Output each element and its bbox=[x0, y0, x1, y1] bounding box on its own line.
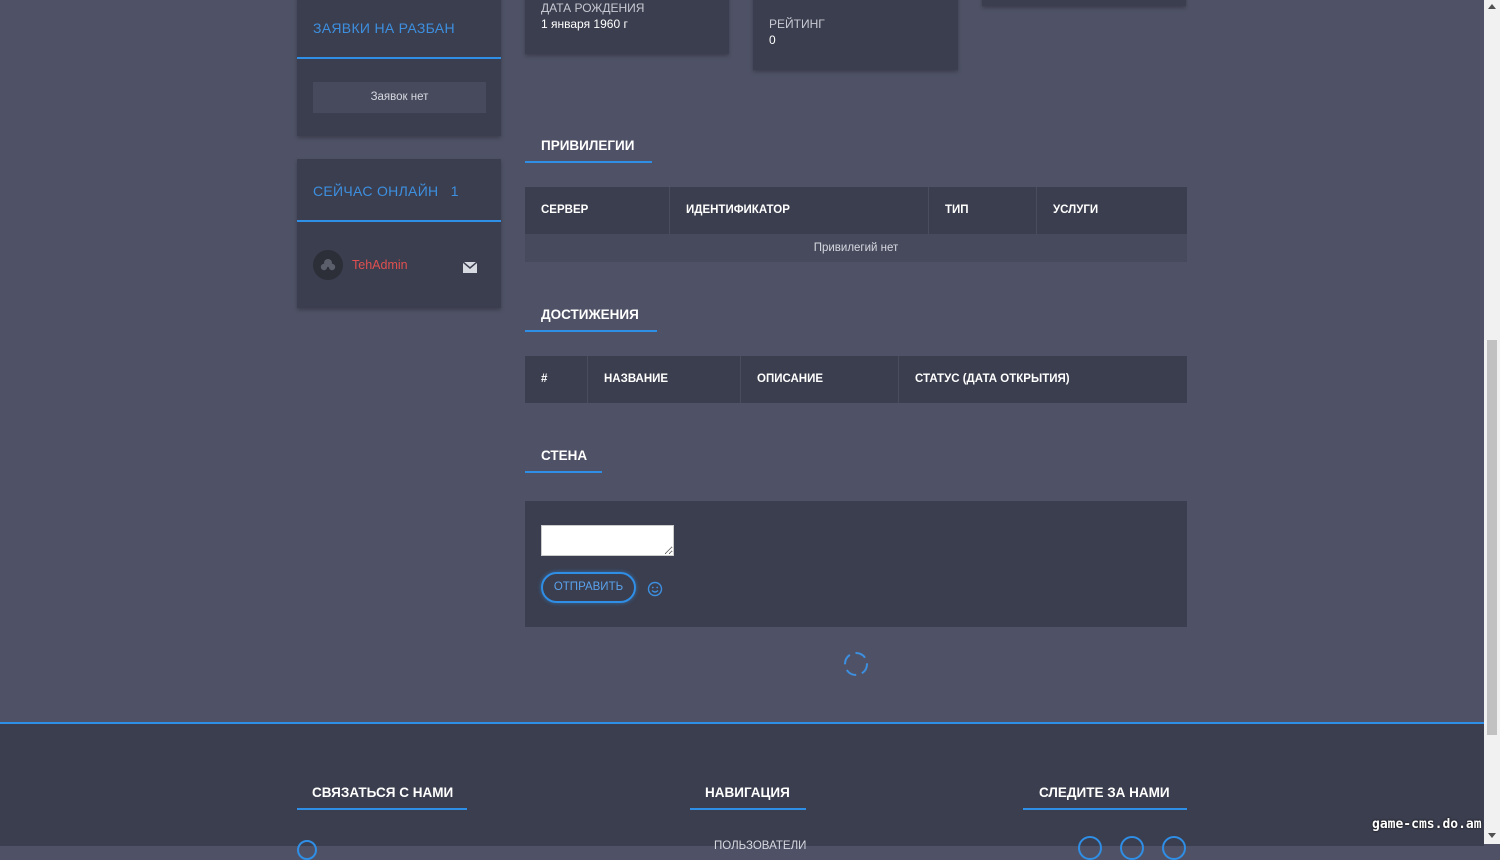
column-header-services: УСЛУГИ bbox=[1053, 204, 1099, 216]
user-avatar-icon bbox=[320, 259, 336, 271]
smiley-icon[interactable] bbox=[647, 581, 663, 597]
wall-title: СТЕНА bbox=[541, 448, 588, 463]
wall-message-input[interactable] bbox=[541, 525, 674, 556]
achievements-underline bbox=[525, 330, 657, 332]
scroll-down-arrow-icon[interactable] bbox=[1488, 833, 1496, 838]
privileges-empty-row: Привилегий нет bbox=[525, 234, 1187, 262]
ban-requests-empty: Заявок нет bbox=[313, 82, 486, 113]
online-title: СЕЙЧАС ОНЛАЙН 1 bbox=[313, 183, 459, 199]
wall-form: ОТПРАВИТЬ bbox=[525, 501, 1187, 627]
send-button-label: ОТПРАВИТЬ bbox=[553, 581, 624, 593]
online-card: СЕЙЧАС ОНЛАЙН 1 TehAdmin bbox=[297, 159, 501, 308]
scrollbar-thumb[interactable] bbox=[1487, 340, 1497, 735]
watermark: game-cms.do.am bbox=[1372, 817, 1482, 832]
privileges-table-head: СЕРВЕР ИДЕНТИФИКАТОР ТИП УСЛУГИ bbox=[525, 187, 1187, 234]
rating-label: РЕЙТИНГ bbox=[769, 17, 825, 31]
footer-nav-underline bbox=[690, 808, 806, 810]
column-header-status: СТАТУС (ДАТА ОТКРЫТИЯ) bbox=[915, 373, 1070, 385]
online-user-avatar[interactable] bbox=[313, 250, 343, 280]
social-icon-2[interactable] bbox=[1120, 836, 1144, 860]
rating-card: РЕЙТИНГ 0 bbox=[753, 0, 958, 70]
footer-follow-underline bbox=[1023, 808, 1187, 810]
footer-nav-title: НАВИГАЦИЯ bbox=[705, 785, 790, 800]
column-header-name: НАЗВАНИЕ bbox=[588, 356, 741, 403]
ban-requests-header: ЗАЯВКИ НА РАЗБАН bbox=[297, 0, 501, 59]
ban-requests-title: ЗАЯВКИ НА РАЗБАН bbox=[313, 20, 455, 36]
wall-underline bbox=[525, 471, 602, 473]
privileges-title: ПРИВИЛЕГИИ bbox=[541, 138, 635, 153]
birth-card: ДАТА РОЖДЕНИЯ 1 января 1960 г bbox=[525, 0, 729, 54]
achievements-title: ДОСТИЖЕНИЯ bbox=[541, 307, 639, 322]
scrollbar[interactable] bbox=[1484, 0, 1500, 844]
social-icon-3[interactable] bbox=[1162, 836, 1186, 860]
column-header-identifier: ИДЕНТИФИКАТОР bbox=[670, 187, 929, 234]
privileges-underline bbox=[525, 161, 652, 163]
column-header-number: # bbox=[525, 356, 588, 403]
privileges-table: СЕРВЕР ИДЕНТИФИКАТОР ТИП УСЛУГИ Привилег… bbox=[525, 187, 1187, 262]
column-header-description: ОПИСАНИЕ bbox=[741, 356, 899, 403]
footer-follow-title: СЛЕДИТЕ ЗА НАМИ bbox=[1039, 785, 1170, 800]
scroll-up-arrow-icon[interactable] bbox=[1488, 4, 1496, 9]
rating-value: 0 bbox=[769, 33, 776, 47]
ban-requests-card: ЗАЯВКИ НА РАЗБАН Заявок нет bbox=[297, 0, 501, 136]
footer-nav-item-users[interactable]: ПОЛЬЗОВАТЕЛИ bbox=[714, 840, 806, 852]
loading-spinner-icon bbox=[843, 651, 869, 677]
column-header-type: ТИП bbox=[929, 187, 1037, 234]
mail-icon[interactable] bbox=[462, 260, 478, 273]
third-info-card bbox=[982, 0, 1186, 6]
footer: СВЯЗАТЬСЯ С НАМИ НАВИГАЦИЯ ПОЛЬЗОВАТЕЛИ … bbox=[0, 722, 1484, 860]
birth-label: ДАТА РОЖДЕНИЯ bbox=[541, 1, 645, 15]
column-header-server: СЕРВЕР bbox=[525, 187, 670, 234]
social-icon-1[interactable] bbox=[1078, 836, 1102, 860]
send-button[interactable]: ОТПРАВИТЬ bbox=[541, 572, 636, 603]
footer-contact-title: СВЯЗАТЬСЯ С НАМИ bbox=[312, 785, 454, 800]
online-count: 1 bbox=[450, 183, 459, 199]
online-user-name[interactable]: TehAdmin bbox=[352, 258, 408, 272]
footer-contact-underline bbox=[297, 808, 467, 810]
online-title-text: СЕЙЧАС ОНЛАЙН bbox=[313, 183, 439, 199]
birth-value: 1 января 1960 г bbox=[541, 17, 628, 31]
achievements-table: # НАЗВАНИЕ ОПИСАНИЕ СТАТУС (ДАТА ОТКРЫТИ… bbox=[525, 356, 1187, 403]
online-header: СЕЙЧАС ОНЛАЙН 1 bbox=[297, 159, 501, 222]
footer-left-icon[interactable] bbox=[297, 840, 317, 860]
